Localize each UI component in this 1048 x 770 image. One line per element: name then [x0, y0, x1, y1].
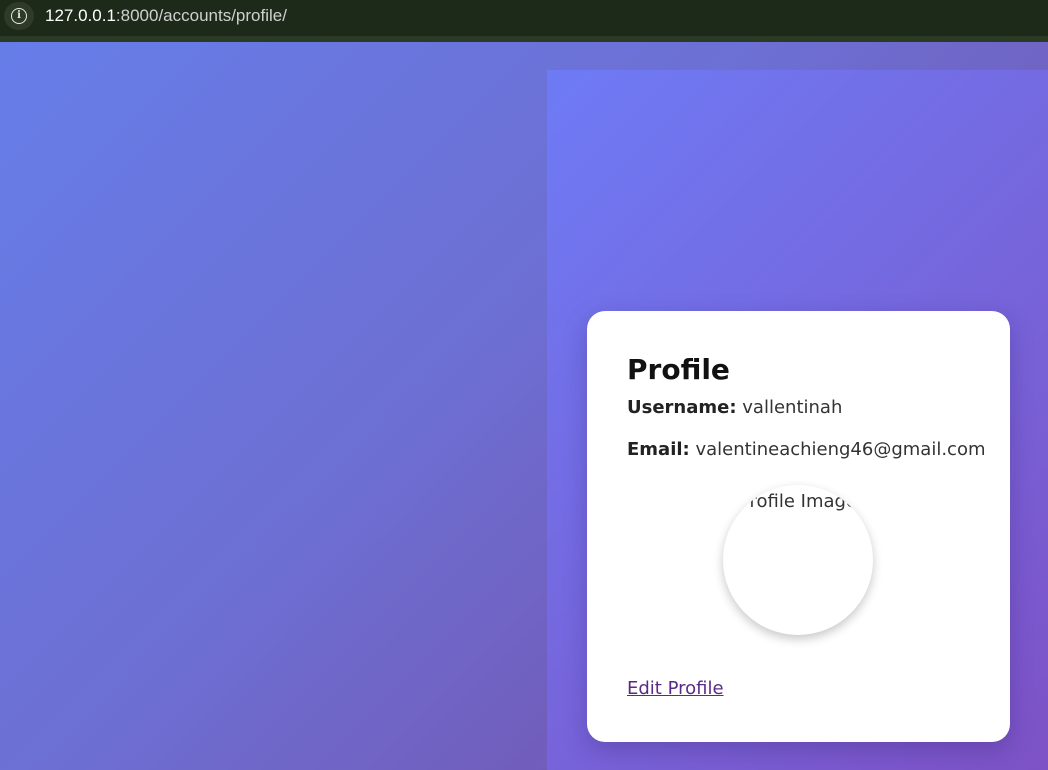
- profile-image-alt-text: Profile Image: [738, 491, 858, 512]
- username-label: Username:: [627, 397, 737, 418]
- username-value: vallentinah: [742, 397, 843, 418]
- page-title: Profile: [627, 353, 730, 386]
- email-row: Email: valentineachieng46@gmail.com: [627, 439, 986, 460]
- url-host: 127.0.0.1: [45, 6, 116, 25]
- profile-card: Profile Username: vallentinah Email: val…: [587, 311, 1010, 742]
- email-label: Email:: [627, 439, 690, 460]
- url-path: :8000/accounts/profile/: [115, 6, 287, 25]
- info-icon: i: [11, 8, 27, 24]
- email-value: valentineachieng46@gmail.com: [695, 439, 986, 460]
- edit-profile-link[interactable]: Edit Profile: [627, 678, 724, 699]
- browser-address-bar: i 127.0.0.1:8000/accounts/profile/: [0, 0, 1048, 42]
- site-info-button[interactable]: i: [4, 2, 34, 30]
- profile-image: Profile Image: [723, 485, 873, 635]
- username-row: Username: vallentinah: [627, 397, 842, 418]
- url-field[interactable]: 127.0.0.1:8000/accounts/profile/: [45, 6, 287, 26]
